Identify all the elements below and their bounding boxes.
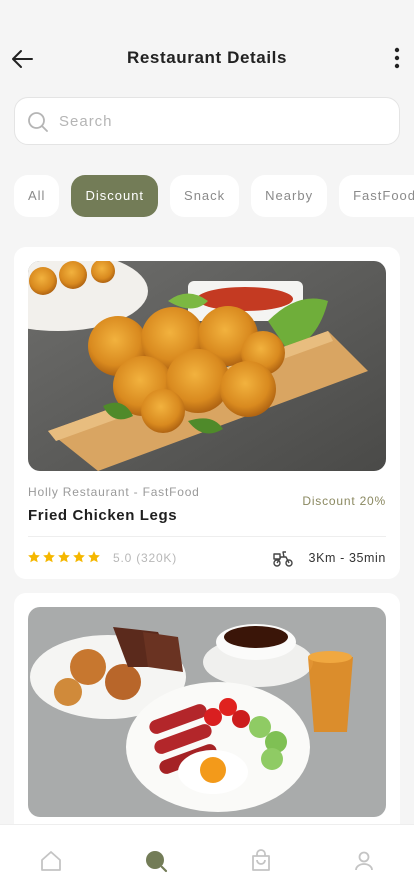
restaurant-card[interactable]: Holly Restaurant - FastFood Fried Chicke…: [14, 247, 400, 579]
breakfast-photo: [28, 607, 386, 817]
delivery-info: 3Km - 35min: [273, 548, 386, 568]
page-title: Restaurant Details: [126, 48, 288, 67]
star-icon: [72, 550, 86, 564]
user-icon[interactable]: [352, 849, 376, 873]
star-icon: [87, 550, 101, 564]
search-icon: [28, 112, 48, 132]
more-vertical-icon[interactable]: [388, 44, 406, 72]
shopping-bag-icon[interactable]: [249, 849, 273, 873]
category-filter: All Discount Snack Nearby FastFood: [14, 175, 414, 217]
search-bar[interactable]: [14, 97, 400, 145]
star-icon: [27, 550, 41, 564]
scooter-icon: [273, 551, 293, 567]
rating-value: 5.0 (320K): [113, 551, 178, 565]
header: Restaurant Details: [0, 40, 414, 76]
category-chip-snack[interactable]: Snack: [170, 175, 240, 217]
dish-name: Fried Chicken Legs: [28, 507, 178, 524]
home-icon[interactable]: [39, 849, 63, 873]
star-rating: [27, 550, 102, 566]
category-chip-all[interactable]: All: [14, 175, 60, 217]
restaurant-name: Holly Restaurant - FastFood: [28, 485, 200, 499]
bottom-tab-bar: [0, 824, 414, 896]
divider: [28, 536, 386, 537]
discount-badge: Discount 20%: [302, 494, 386, 508]
category-chip-discount[interactable]: Discount: [71, 175, 159, 217]
search-icon[interactable]: [144, 849, 168, 873]
category-chip-nearby[interactable]: Nearby: [251, 175, 328, 217]
fried-chicken-photo: [28, 261, 386, 471]
star-icon: [57, 550, 71, 564]
search-input[interactable]: [59, 98, 389, 144]
category-chip-fastfood[interactable]: FastFood: [339, 175, 414, 217]
star-icon: [42, 550, 56, 564]
delivery-distance-time: 3Km - 35min: [308, 551, 386, 565]
